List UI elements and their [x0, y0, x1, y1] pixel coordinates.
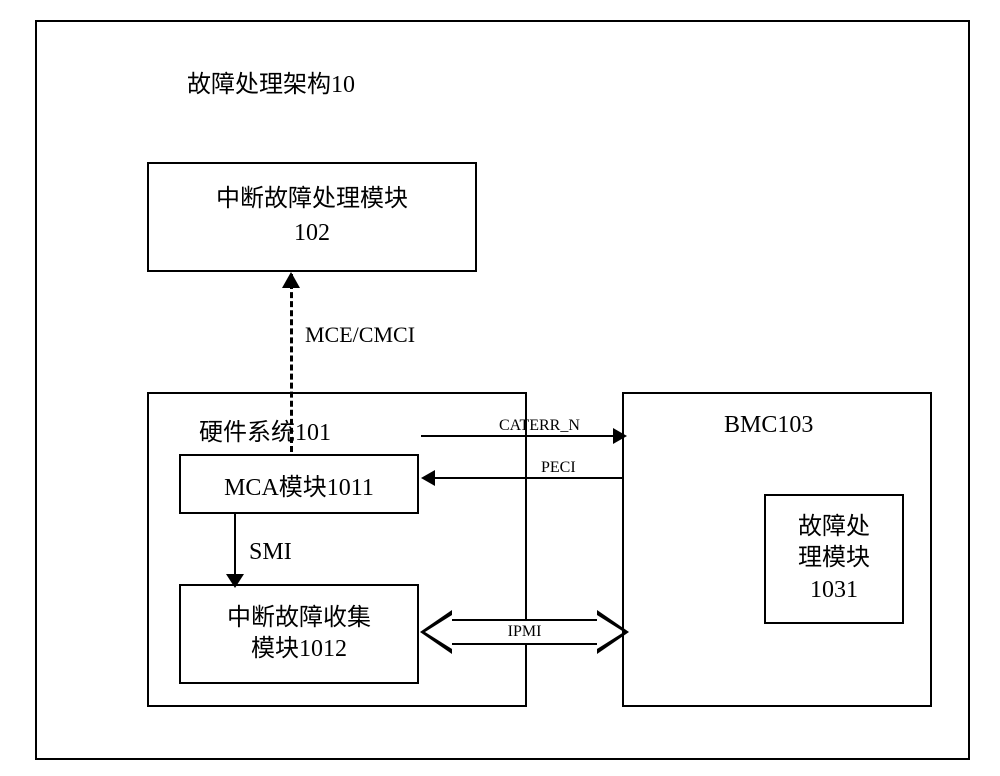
interrupt-fault-collect-module: 中断故障收集 模块1012: [179, 584, 419, 684]
smi-label: SMI: [249, 539, 292, 566]
mca-module: MCA模块1011: [179, 454, 419, 514]
ipmi-arrow-body: IPMI: [452, 619, 597, 645]
ipmi-arrow-right-inner: [597, 615, 624, 649]
smi-arrow-line: [234, 512, 236, 577]
peci-arrow-head: [421, 470, 435, 486]
bmc-module: BMC103 故障处 理模块 1031: [622, 392, 932, 707]
caterr-label: CATERR_N: [499, 417, 580, 435]
hardware-system-label: 硬件系统101: [199, 412, 331, 447]
smi-arrow-head: [226, 574, 244, 588]
peci-label: PECI: [541, 459, 576, 477]
module-1031-line2: 理模块: [798, 543, 870, 574]
interrupt-fault-handling-module: 中断故障处理模块 102: [147, 162, 477, 272]
module-102-id: 102: [294, 217, 330, 251]
module-1012-line2: 模块1012: [251, 634, 347, 665]
caterr-arrow-line: [421, 435, 616, 437]
mce-cmci-arrow-head: [282, 272, 300, 288]
module-1031-line3: 1031: [810, 575, 858, 606]
mce-cmci-label: MCE/CMCI: [305, 322, 415, 348]
peci-arrow-line: [434, 477, 624, 479]
ipmi-label: IPMI: [508, 623, 542, 641]
diagram-title: 故障处理架构10: [187, 64, 355, 99]
hardware-system-module: 硬件系统101 MCA模块1011 SMI 中断故障收集 模块1012: [147, 392, 527, 707]
mca-module-label: MCA模块1011: [224, 467, 374, 502]
diagram-frame: 故障处理架构10 中断故障处理模块 102 MCE/CMCI 硬件系统101 M…: [35, 20, 970, 760]
module-1031-line1: 故障处: [798, 512, 870, 543]
fault-handling-module: 故障处 理模块 1031: [764, 494, 904, 624]
bmc-label: BMC103: [724, 412, 813, 439]
module-102-name: 中断故障处理模块: [216, 183, 408, 217]
module-1012-line1: 中断故障收集: [227, 603, 371, 634]
ipmi-arrow-left-inner: [425, 615, 452, 649]
